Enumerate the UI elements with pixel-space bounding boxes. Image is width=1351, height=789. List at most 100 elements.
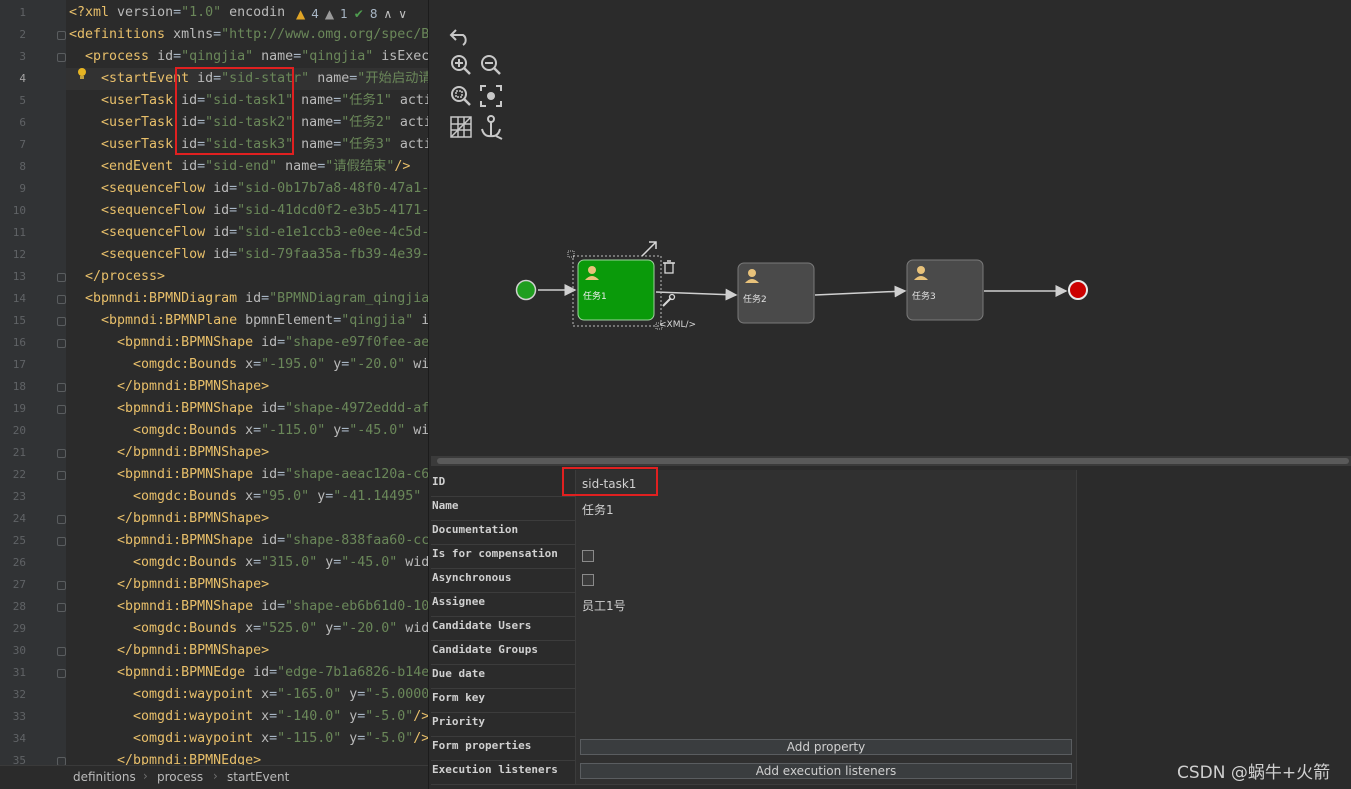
property-row: Is for compensation	[431, 544, 1095, 569]
code-token: =	[293, 49, 302, 64]
next-highlight-icon[interactable]: ∨	[398, 7, 407, 21]
fold-marker-icon[interactable]	[57, 581, 66, 590]
user-task-2[interactable]: 任务2	[737, 262, 815, 324]
code-line[interactable]: <omgdc:Bounds x="315.0" y="-45.0" wid	[69, 552, 428, 574]
code-token: "-195.0"	[261, 357, 326, 372]
fold-marker-icon[interactable]	[57, 647, 66, 656]
fold-marker-icon[interactable]	[57, 449, 66, 458]
diagram-canvas[interactable]: 任务1 任务2 任务3 <XML/>	[430, 4, 1351, 454]
code-token: <userTask	[69, 115, 182, 130]
property-value-cell[interactable]	[575, 640, 1077, 664]
code-line[interactable]: <omgdc:Bounds x="-115.0" y="-45.0" wi	[69, 420, 428, 442]
property-value-cell[interactable]	[575, 568, 1077, 592]
weak-warning-count: 1	[340, 7, 348, 21]
inspection-widget[interactable]: ▲ 4 ▲ 1 ✔ 8 ∧ ∨	[292, 4, 412, 24]
code-line[interactable]: <bpmndi:BPMNShape id="shape-e97f0fee-ae	[69, 332, 428, 354]
code-line[interactable]: <omgdc:Bounds x="-195.0" y="-20.0" wi	[69, 354, 428, 376]
code-line[interactable]: <sequenceFlow id="sid-0b17b7a8-48f0-47a1…	[69, 178, 428, 200]
sequence-flow-task1-task2[interactable]	[655, 288, 738, 301]
code-token: />	[413, 731, 428, 746]
fold-marker-icon[interactable]	[57, 31, 66, 40]
xml-editor[interactable]: 1 2 3 4 5 6 7 8 9 10 11 12 13 14 15 16 17 18 19 20 21 22 23 24 2…	[0, 0, 428, 789]
fold-marker-icon[interactable]	[57, 53, 66, 62]
fold-marker-icon[interactable]	[57, 317, 66, 326]
code-line[interactable]: <bpmndi:BPMNShape id="shape-4972eddd-af	[69, 398, 428, 420]
code-line[interactable]: <bpmndi:BPMNEdge id="edge-7b1a6826-b14e	[69, 662, 428, 684]
code-line[interactable]: </bpmndi:BPMNShape>	[69, 640, 269, 662]
code-line[interactable]: <definitions xmlns="http://www.omg.org/s…	[69, 24, 428, 46]
fold-marker-icon[interactable]	[57, 669, 66, 678]
lightbulb-icon[interactable]	[77, 67, 87, 81]
code-line[interactable]: <omgdc:Bounds x="95.0" y="-41.14495"	[69, 486, 421, 508]
breadcrumb-start-event[interactable]: startEvent	[227, 770, 289, 784]
breadcrumb-process[interactable]: process	[157, 770, 203, 784]
horizontal-scrollbar[interactable]	[431, 456, 1351, 466]
code-line[interactable]: </bpmndi:BPMNShape>	[69, 508, 269, 530]
property-value-cell[interactable]	[575, 664, 1077, 688]
property-value-cell[interactable]	[575, 712, 1077, 736]
property-value[interactable]: 任务1	[582, 501, 614, 518]
sequence-flow-task2-task3[interactable]	[814, 285, 907, 298]
code-line[interactable]: </process>	[69, 266, 165, 288]
code-token: =	[333, 313, 342, 328]
fold-marker-icon[interactable]	[57, 603, 66, 612]
code-line[interactable]: <sequenceFlow id="sid-41dcd0f2-e3b5-4171…	[69, 200, 428, 222]
code-token: </bpmndi:BPMNShape>	[69, 643, 270, 658]
property-add-button[interactable]: Add execution listeners	[580, 763, 1072, 779]
fold-marker-icon[interactable]	[57, 405, 66, 414]
property-value[interactable]: 员工1号	[582, 597, 626, 614]
scrollbar-thumb[interactable]	[437, 458, 1349, 464]
fold-marker-icon[interactable]	[57, 471, 66, 480]
connect-arrow-icon[interactable]	[641, 241, 657, 257]
code-line[interactable]: <omgdc:Bounds x="525.0" y="-20.0" wid	[69, 618, 428, 640]
code-line[interactable]: <bpmndi:BPMNShape id="shape-eb6b61d0-10	[69, 596, 428, 618]
fold-marker-icon[interactable]	[57, 537, 66, 546]
code-line[interactable]: <bpmndi:BPMNShape id="shape-aeac120a-c6	[69, 464, 428, 486]
breadcrumb-separator: ›	[213, 769, 218, 783]
fold-marker-icon[interactable]	[57, 383, 66, 392]
property-key: Documentation	[432, 523, 519, 536]
property-value-cell[interactable]	[575, 496, 1077, 520]
code-line[interactable]: <process id="qingjia" name="qingjia" isE…	[69, 46, 428, 68]
code-token: <bpmndi:BPMNEdge	[69, 665, 254, 680]
code-token: name	[293, 93, 334, 108]
property-checkbox[interactable]	[582, 550, 594, 562]
code-token: <sequenceFlow	[69, 181, 214, 196]
fold-marker-icon[interactable]	[57, 339, 66, 348]
breadcrumb-definitions[interactable]: definitions	[73, 770, 136, 784]
end-event[interactable]	[1068, 280, 1088, 300]
code-token: </bpmndi:BPMNShape>	[69, 577, 270, 592]
code-line[interactable]: <sequenceFlow id="sid-e1e1ccb3-e0ee-4c5d…	[69, 222, 428, 244]
property-value-cell[interactable]	[575, 520, 1077, 544]
code-line[interactable]: <?xml version="1.0" encodin	[69, 2, 285, 24]
start-event[interactable]	[515, 279, 537, 301]
fold-marker-icon[interactable]	[57, 295, 66, 304]
code-token: y	[317, 555, 334, 570]
code-token: =	[261, 291, 270, 306]
fold-marker-icon[interactable]	[57, 515, 66, 524]
fold-marker-icon[interactable]	[57, 273, 66, 282]
code-line[interactable]: <omgdi:waypoint x="-115.0" y="-5.0"/>	[69, 728, 428, 750]
code-line[interactable]: <endEvent id="sid-end" name="请假结束"/>	[69, 156, 410, 178]
property-value-cell[interactable]	[575, 592, 1077, 616]
previous-highlight-icon[interactable]: ∧	[383, 7, 392, 21]
property-value-cell[interactable]	[575, 544, 1077, 568]
code-line[interactable]: </bpmndi:BPMNShape>	[69, 376, 269, 398]
property-row: ID sid-task1	[431, 470, 1095, 497]
user-task-1[interactable]: 任务1	[577, 259, 655, 321]
code-line[interactable]: <sequenceFlow id="sid-79faa35a-fb39-4e39…	[69, 244, 428, 266]
code-line[interactable]: <omgdi:waypoint x="-165.0" y="-5.0000	[69, 684, 428, 706]
property-add-button[interactable]: Add property	[580, 739, 1072, 755]
property-checkbox[interactable]	[582, 574, 594, 586]
wrench-icon[interactable]	[662, 293, 676, 307]
property-value-cell[interactable]	[575, 616, 1077, 640]
delete-icon[interactable]	[663, 260, 675, 274]
code-line[interactable]: <omgdi:waypoint x="-140.0" y="-5.0"/>	[69, 706, 428, 728]
code-line[interactable]: <bpmndi:BPMNPlane bpmnElement="qingjia" …	[69, 310, 428, 332]
code-line[interactable]: </bpmndi:BPMNShape>	[69, 442, 269, 464]
code-line[interactable]: <bpmndi:BPMNDiagram id="BPMNDiagram_qing…	[69, 288, 428, 310]
property-value-cell[interactable]	[575, 688, 1077, 712]
code-line[interactable]: </bpmndi:BPMNShape>	[69, 574, 269, 596]
code-line[interactable]: <bpmndi:BPMNShape id="shape-838faa60-cc	[69, 530, 428, 552]
user-task-3[interactable]: 任务3	[906, 259, 984, 321]
